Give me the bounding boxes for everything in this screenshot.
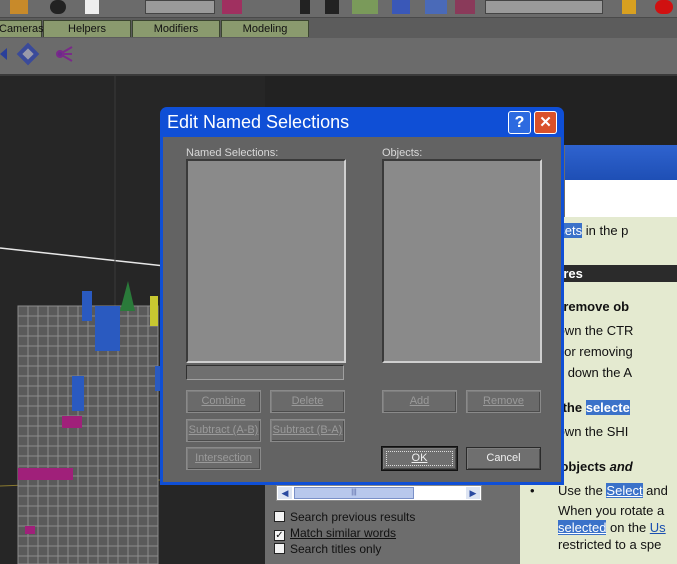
- named-selection-field[interactable]: [485, 0, 603, 14]
- select-link[interactable]: Select: [606, 483, 643, 498]
- layers-icon[interactable]: [455, 0, 475, 14]
- search-previous-checkbox[interactable]: [274, 511, 285, 522]
- delete-button[interactable]: Delete: [270, 390, 345, 413]
- command-tabs: Cameras Helpers Modifiers Modeling: [0, 18, 677, 38]
- select-move-icon[interactable]: [10, 0, 28, 14]
- selected-link[interactable]: selected: [558, 520, 607, 535]
- close-icon[interactable]: ✕: [534, 111, 557, 134]
- objects-list[interactable]: [382, 159, 542, 363]
- selection-name-field[interactable]: [186, 365, 344, 380]
- help-text-selected: selected on the Us: [558, 520, 666, 535]
- named-selections-list[interactable]: [186, 159, 346, 363]
- horizontal-scrollbar[interactable]: ◀ ||| ▶: [276, 485, 482, 501]
- bind-icon[interactable]: [300, 0, 310, 14]
- scroll-right-icon[interactable]: ▶: [466, 487, 480, 499]
- option-search-previous[interactable]: Search previous results: [274, 510, 415, 525]
- add-button[interactable]: Add: [382, 390, 457, 413]
- intersection-button[interactable]: Intersection: [186, 447, 261, 470]
- rotate-icon[interactable]: [50, 0, 66, 14]
- objects-label: Objects:: [382, 147, 423, 159]
- render-icon[interactable]: [655, 0, 673, 14]
- ok-button[interactable]: OK: [381, 446, 458, 471]
- cancel-button[interactable]: Cancel: [466, 447, 541, 470]
- remove-button[interactable]: Remove: [466, 390, 541, 413]
- tab-modifiers[interactable]: Modifiers: [132, 20, 220, 37]
- match-similar-checkbox[interactable]: ✓: [274, 530, 285, 541]
- help-text-use-select: Use the Select and: [558, 483, 668, 498]
- dialog-body: Named Selections: Objects: Combine Delet…: [163, 137, 561, 482]
- subbar-icons: [0, 42, 73, 66]
- help-titlebar: [565, 145, 677, 180]
- us-link[interactable]: Us: [650, 520, 666, 535]
- search-titles-checkbox[interactable]: [274, 543, 285, 554]
- sub-toolbar: [0, 38, 677, 76]
- unlink-icon[interactable]: [262, 0, 276, 14]
- grid-plane: [17, 305, 159, 564]
- combine-button[interactable]: Combine: [186, 390, 261, 413]
- reference-dropdown[interactable]: [145, 0, 215, 14]
- tab-cameras[interactable]: Cameras: [0, 20, 44, 37]
- scale-icon[interactable]: [85, 0, 99, 14]
- hierarchy-icon: [56, 46, 73, 62]
- help-search-panel: ◀ ||| ▶ Search previous results ✓ Match s…: [265, 480, 520, 564]
- help-toolbar-area: [565, 180, 677, 217]
- edit-named-selections-dialog: Edit Named Selections ? ✕ Named Selectio…: [160, 107, 564, 485]
- help-button[interactable]: ?: [508, 111, 531, 134]
- option-match-similar[interactable]: ✓ Match similar words: [274, 526, 396, 541]
- align-icon[interactable]: [425, 0, 447, 14]
- percent-snap-icon[interactable]: [352, 0, 378, 14]
- tab-helpers[interactable]: Helpers: [43, 20, 131, 37]
- scroll-left-icon[interactable]: ◀: [278, 487, 292, 499]
- named-selections-label: Named Selections:: [186, 147, 279, 159]
- subtract-ab-button[interactable]: Subtract (A-B): [186, 419, 261, 442]
- help-bullet: •: [530, 483, 535, 498]
- mirror-icon[interactable]: [392, 0, 410, 14]
- help-text-restricted: restricted to a spe: [558, 537, 662, 552]
- snap-icon[interactable]: [325, 0, 339, 14]
- lock-icon[interactable]: [622, 0, 636, 14]
- arrow-left-icon: [0, 48, 7, 60]
- tab-modeling[interactable]: Modeling: [221, 20, 309, 37]
- option-search-titles[interactable]: Search titles only: [274, 542, 381, 557]
- main-toolbar: [0, 0, 677, 18]
- subtract-ba-button[interactable]: Subtract (B-A): [270, 419, 345, 442]
- dialog-title: Edit Named Selections: [167, 112, 350, 132]
- scroll-thumb[interactable]: |||: [294, 487, 414, 499]
- help-text-rotate: When you rotate a: [558, 503, 665, 518]
- pivot-icon[interactable]: [222, 0, 242, 14]
- move-gizmo-icon: [16, 42, 40, 66]
